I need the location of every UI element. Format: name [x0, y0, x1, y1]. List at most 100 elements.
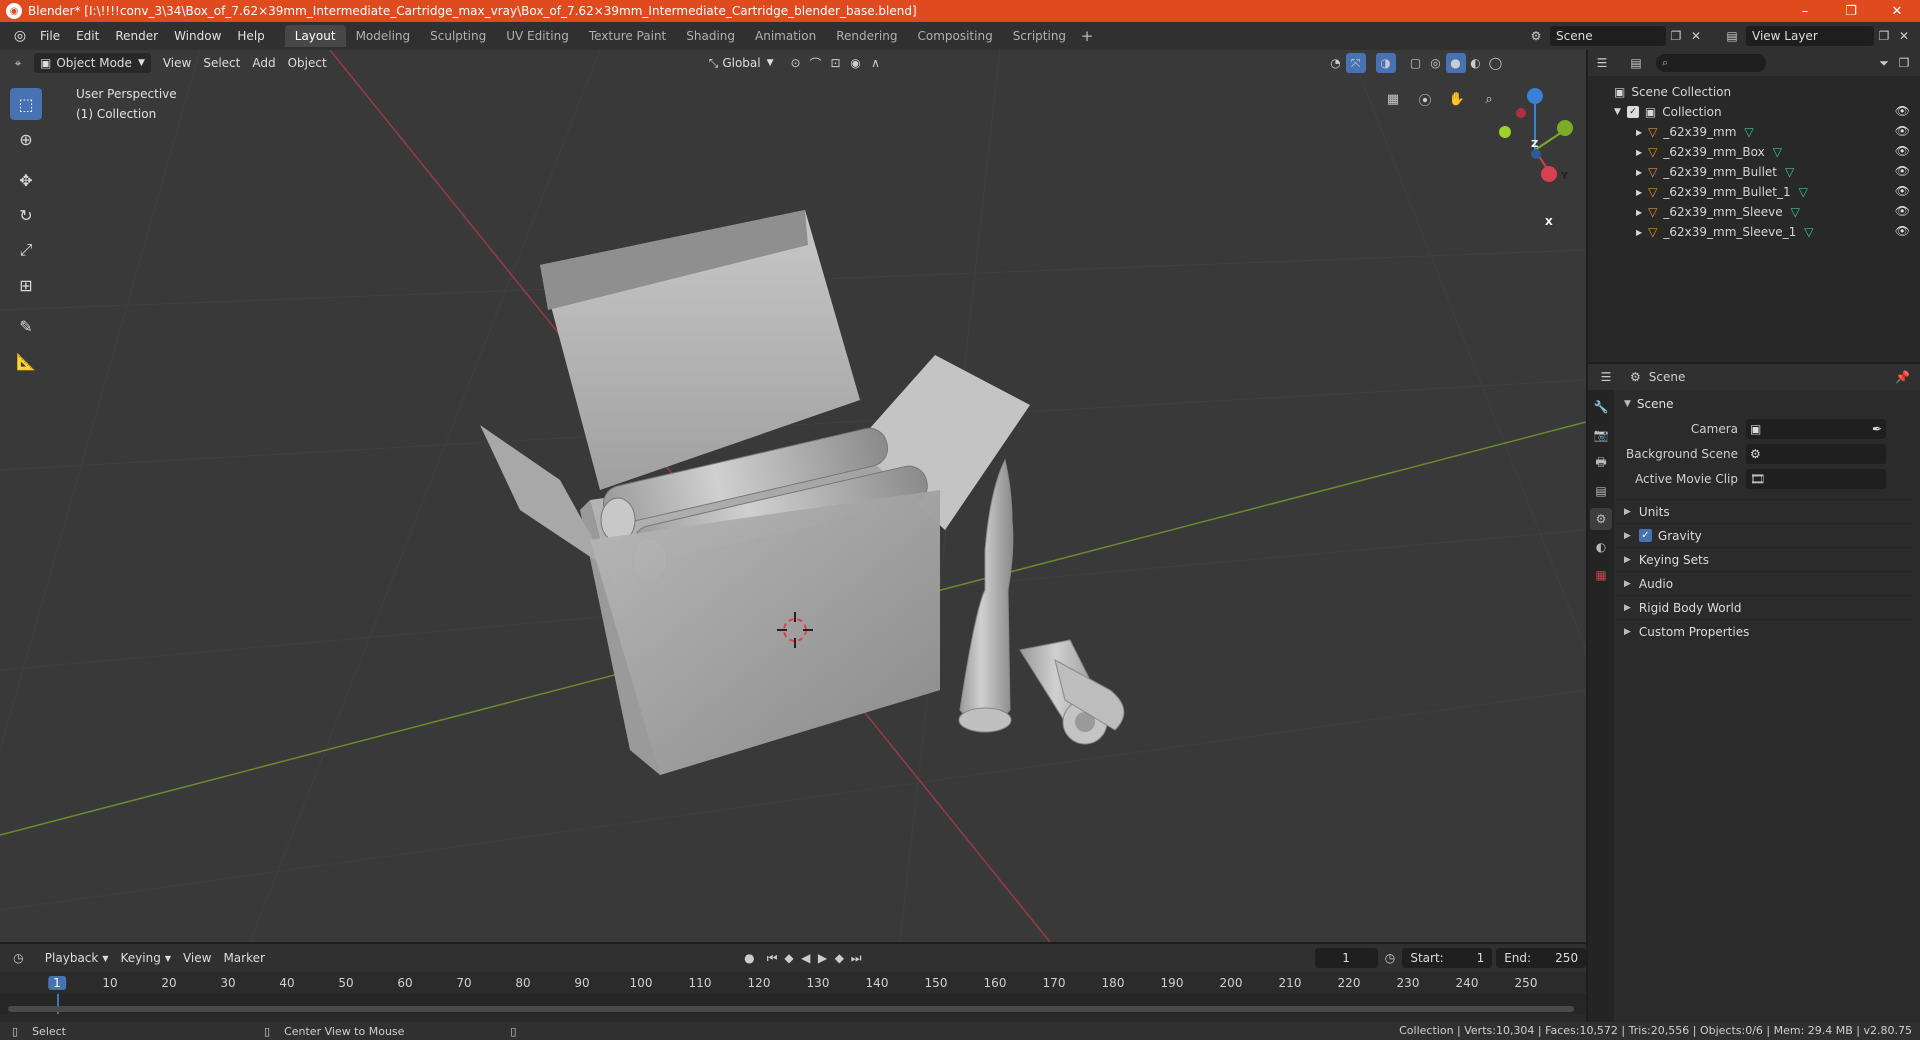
- audio-panel[interactable]: ▶ Audio: [1616, 571, 1918, 595]
- view-layer-icon[interactable]: ▤: [1722, 26, 1742, 46]
- keying-sets-panel[interactable]: ▶ Keying Sets: [1616, 547, 1918, 571]
- eye-icon[interactable]: 👁: [1895, 224, 1910, 238]
- object-mode-dropdown[interactable]: ▣ Object Mode ▼: [34, 53, 151, 73]
- move-tool-icon[interactable]: ✥: [10, 164, 42, 196]
- camera-view-icon[interactable]: ⦿: [1412, 86, 1438, 112]
- snap-icon[interactable]: ⌒: [806, 53, 826, 73]
- world-tab-icon[interactable]: ◐: [1590, 536, 1612, 558]
- eye-icon[interactable]: 👁: [1895, 144, 1910, 158]
- start-frame-field[interactable]: Start: 1: [1402, 948, 1493, 968]
- menu-add[interactable]: Add: [246, 53, 281, 73]
- tab-uv-editing[interactable]: UV Editing: [496, 25, 579, 47]
- rotate-tool-icon[interactable]: ↻: [10, 199, 42, 231]
- eye-icon[interactable]: 👁: [1895, 124, 1910, 138]
- jump-end-icon[interactable]: ⏭: [848, 948, 865, 968]
- solid-shading-icon[interactable]: ●: [1445, 53, 1466, 73]
- outliner-object-row[interactable]: ▶ ▽ _62x39_mm_Bullet ▽ 👁: [1588, 162, 1920, 182]
- menu-keying[interactable]: Keying ▼: [115, 948, 177, 968]
- outliner-editor-type-icon[interactable]: ☰: [1592, 53, 1612, 73]
- menu-marker[interactable]: Marker: [217, 948, 270, 968]
- menu-render[interactable]: Render: [107, 22, 166, 50]
- proportional-edit-icon[interactable]: ◉: [846, 53, 866, 73]
- outliner-collection[interactable]: ▼ ✓ ▣ Collection 👁: [1588, 102, 1920, 122]
- material-shading-icon[interactable]: ◐: [1466, 53, 1486, 73]
- mesh-data-icon[interactable]: ▽: [1804, 225, 1813, 239]
- menu-file[interactable]: File: [32, 22, 68, 50]
- pin-icon[interactable]: 📌: [1895, 370, 1910, 384]
- eyedropper-icon[interactable]: ✒: [1872, 422, 1882, 436]
- expand-arrow-icon[interactable]: ▶: [1636, 208, 1642, 217]
- menu-select[interactable]: Select: [197, 53, 246, 73]
- end-frame-field[interactable]: End: 250: [1496, 948, 1587, 968]
- editor-type-icon[interactable]: ⌖: [8, 53, 28, 73]
- active-movie-clip-field[interactable]: 🎞: [1746, 468, 1886, 489]
- custom-properties-panel[interactable]: ▶ Custom Properties: [1616, 619, 1918, 643]
- camera-field[interactable]: ▣ ✒: [1746, 418, 1886, 439]
- tab-compositing[interactable]: Compositing: [907, 25, 1002, 47]
- expand-arrow-icon[interactable]: ▶: [1636, 188, 1642, 197]
- gizmo-x-label[interactable]: X: [1545, 217, 1553, 228]
- 3d-viewport[interactable]: Z Y X ⌖ ▣ Object Mode ▼ View Select Add …: [0, 50, 1586, 942]
- current-frame-field[interactable]: 1: [1314, 948, 1378, 968]
- snap-target-icon[interactable]: ⊡: [826, 53, 846, 73]
- add-workspace-icon[interactable]: +: [1076, 27, 1098, 45]
- delete-scene-icon[interactable]: ✕: [1686, 26, 1706, 46]
- preview-range-icon[interactable]: ◷: [1382, 948, 1399, 968]
- collection-checkbox[interactable]: ✓: [1626, 106, 1639, 118]
- mesh-data-icon[interactable]: ▽: [1785, 165, 1794, 179]
- mesh-data-icon[interactable]: ▽: [1744, 125, 1753, 139]
- delete-view-layer-icon[interactable]: ✕: [1894, 26, 1914, 46]
- tab-texture-paint[interactable]: Texture Paint: [579, 25, 676, 47]
- new-view-layer-icon[interactable]: ❐: [1874, 26, 1894, 46]
- zoom-icon[interactable]: ⌕: [1476, 86, 1502, 112]
- scene-tab-icon[interactable]: ⚙: [1590, 508, 1612, 530]
- expand-arrow-icon[interactable]: ▶: [1636, 128, 1642, 137]
- jump-start-icon[interactable]: ⏮: [764, 948, 781, 968]
- timeline-scrollbar[interactable]: [8, 1006, 1574, 1012]
- timeline-editor-type-icon[interactable]: ◷: [10, 948, 27, 968]
- expand-arrow-icon[interactable]: ▶: [1636, 168, 1642, 177]
- tab-sculpting[interactable]: Sculpting: [420, 25, 496, 47]
- menu-window[interactable]: Window: [166, 22, 229, 50]
- play-icon[interactable]: ▶: [814, 948, 831, 968]
- properties-editor-type-icon[interactable]: ☰: [1596, 367, 1616, 387]
- tool-tab-icon[interactable]: 🔧: [1590, 396, 1612, 418]
- minimize-button[interactable]: –: [1782, 0, 1828, 22]
- eye-icon[interactable]: 👁: [1895, 104, 1910, 118]
- grid-view-icon[interactable]: ▦: [1380, 86, 1406, 112]
- pivot-point-icon[interactable]: ⊙: [786, 53, 806, 73]
- falloff-icon[interactable]: ∧: [866, 53, 886, 73]
- view-layer-field[interactable]: View Layer: [1746, 26, 1874, 46]
- record-icon[interactable]: ●: [741, 948, 758, 968]
- overlay-toggle-icon[interactable]: ◑: [1375, 53, 1396, 73]
- eye-icon[interactable]: 👁: [1895, 184, 1910, 198]
- close-button[interactable]: ✕: [1874, 0, 1920, 22]
- pan-hand-icon[interactable]: ✋: [1444, 86, 1470, 112]
- menu-timeline-view[interactable]: View: [177, 948, 217, 968]
- outliner-object-row[interactable]: ▶ ▽ _62x39_mm_Box ▽ 👁: [1588, 142, 1920, 162]
- display-mode-icon[interactable]: ▤: [1626, 53, 1646, 73]
- eye-icon[interactable]: 👁: [1895, 204, 1910, 218]
- mesh-data-icon[interactable]: ▽: [1791, 205, 1800, 219]
- view-layer-tab-icon[interactable]: ▤: [1590, 480, 1612, 502]
- gizmo-z-label[interactable]: Z: [1531, 139, 1538, 150]
- viewport-scene[interactable]: [0, 50, 1586, 942]
- gravity-panel[interactable]: ▶ ✓ Gravity: [1616, 523, 1918, 547]
- tab-layout[interactable]: Layout: [284, 25, 346, 47]
- xray-icon[interactable]: ▢: [1406, 53, 1426, 73]
- gizmo-toggle-icon[interactable]: ⤧: [1345, 53, 1366, 73]
- cursor-tool-icon[interactable]: ⊕: [10, 123, 42, 155]
- texture-tab-icon[interactable]: ▦: [1590, 564, 1612, 586]
- menu-help[interactable]: Help: [229, 22, 272, 50]
- scale-tool-icon[interactable]: ⤢: [10, 234, 42, 266]
- new-scene-icon[interactable]: ❐: [1666, 26, 1686, 46]
- blender-logo-icon[interactable]: ◎: [8, 26, 32, 46]
- expand-arrow-icon[interactable]: ▼: [1614, 107, 1621, 117]
- tab-rendering[interactable]: Rendering: [826, 25, 907, 47]
- menu-playback[interactable]: Playback ▼: [39, 948, 115, 968]
- visibility-icon[interactable]: ◔: [1326, 53, 1346, 73]
- expand-arrow-icon[interactable]: ▶: [1636, 228, 1642, 237]
- expand-arrow-icon[interactable]: ▶: [1636, 148, 1642, 157]
- tab-shading[interactable]: Shading: [676, 25, 745, 47]
- outliner-object-row[interactable]: ▶ ▽ _62x39_mm_Sleeve_1 ▽ 👁: [1588, 222, 1920, 242]
